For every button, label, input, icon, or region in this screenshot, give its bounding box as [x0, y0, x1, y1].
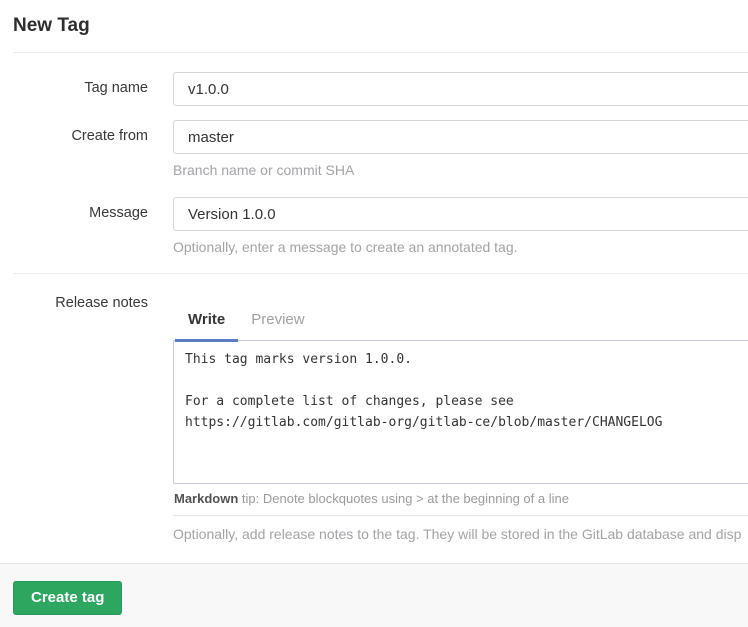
tab-write[interactable]: Write [175, 293, 238, 340]
tab-preview[interactable]: Preview [238, 293, 317, 340]
markdown-tip-prefix: Markdown [174, 491, 238, 506]
tag-name-label: Tag name [0, 72, 148, 96]
create-from-field-wrap: Branch name or commit SHA [173, 120, 748, 179]
release-notes-textarea[interactable]: This tag marks version 1.0.0. For a comp… [173, 340, 748, 484]
page-title: New Tag [13, 14, 748, 38]
create-tag-button[interactable]: Create tag [13, 581, 122, 615]
create-from-input[interactable] [173, 120, 748, 154]
message-row: Message Optionally, enter a message to c… [0, 197, 748, 256]
markdown-tabs: Write Preview [173, 293, 748, 340]
tag-name-input[interactable] [173, 72, 748, 106]
message-field-wrap: Optionally, enter a message to create an… [173, 197, 748, 256]
create-from-row: Create from Branch name or commit SHA [0, 120, 748, 179]
message-label: Message [0, 197, 148, 221]
tag-name-row: Tag name [0, 72, 748, 106]
title-divider [13, 52, 748, 53]
form-actions-footer: Create tag [0, 563, 748, 627]
release-notes-row: Release notes Write Preview This tag mar… [0, 293, 748, 543]
create-from-help: Branch name or commit SHA [173, 162, 748, 179]
release-notes-label: Release notes [0, 293, 148, 311]
new-tag-page: New Tag Tag name Create from Branch name… [0, 0, 748, 627]
tag-name-field-wrap [173, 72, 748, 106]
message-input[interactable] [173, 197, 748, 231]
create-from-label: Create from [0, 120, 148, 144]
release-notes-help: Optionally, add release notes to the tag… [173, 526, 748, 543]
message-help: Optionally, enter a message to create an… [173, 239, 748, 256]
markdown-tip: Markdown tip: Denote blockquotes using >… [173, 484, 748, 516]
markdown-tip-text: tip: Denote blockquotes using > at the b… [238, 491, 569, 506]
release-notes-field-wrap: Write Preview This tag marks version 1.0… [173, 293, 748, 543]
section-divider [13, 273, 748, 274]
